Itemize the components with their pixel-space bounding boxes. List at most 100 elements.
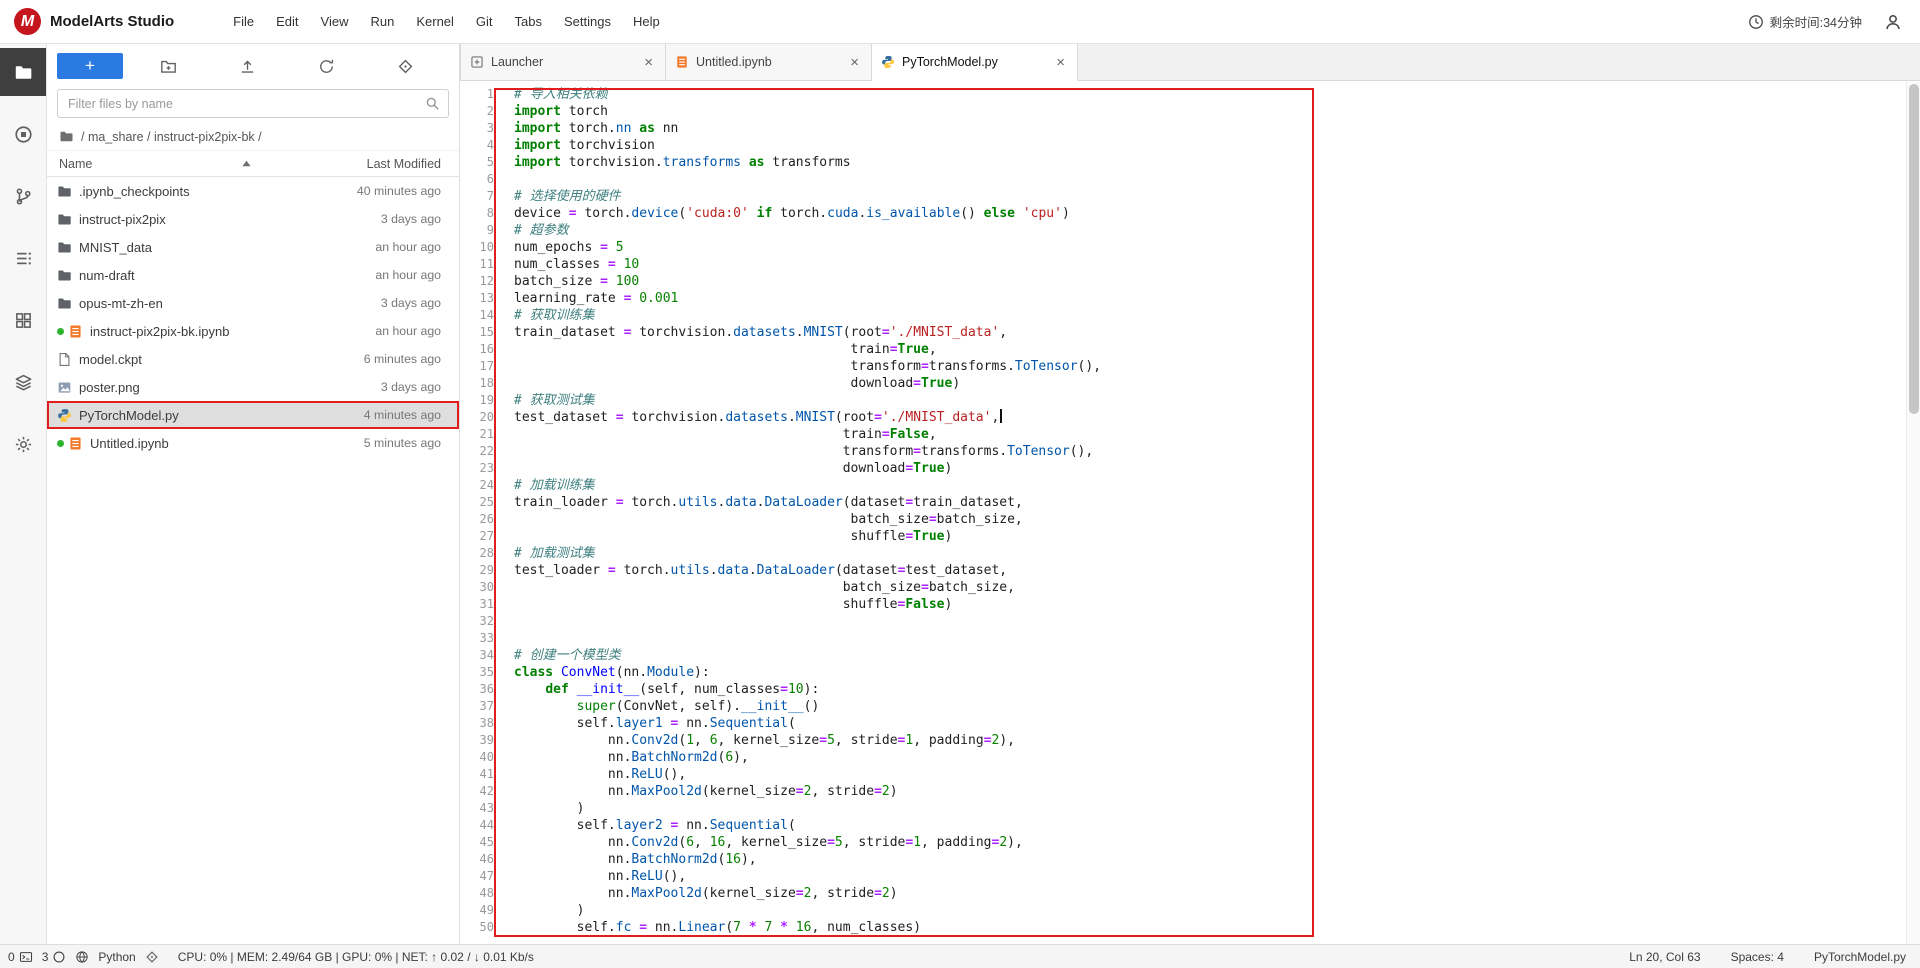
kernel-language[interactable]: Python xyxy=(98,950,135,964)
code-line[interactable]: shuffle=True) xyxy=(514,528,1101,545)
menu-tabs[interactable]: Tabs xyxy=(504,9,553,34)
sidebar-item-table-of-contents[interactable] xyxy=(0,234,46,282)
menu-kernel[interactable]: Kernel xyxy=(405,9,465,34)
sidebar-item-settings[interactable] xyxy=(0,420,46,468)
code-line[interactable]: nn.Conv2d(6, 16, kernel_size=5, stride=1… xyxy=(514,834,1101,851)
code-editor[interactable]: 1 2 3 4 5 6 7 8 9 10 11 12 13 14 15 16 17 18 19 20 21 22 23 24 2… xyxy=(460,81,1920,936)
tab-close-icon[interactable]: × xyxy=(641,54,656,71)
sidebar-item-git[interactable] xyxy=(0,172,46,220)
editor-area[interactable]: 1 2 3 4 5 6 7 8 9 10 11 12 13 14 15 16 17 18 19 20 21 22 23 24 2… xyxy=(460,81,1920,944)
code-line[interactable]: nn.MaxPool2d(kernel_size=2, stride=2) xyxy=(514,783,1101,800)
breadcrumb[interactable]: / ma_share / instruct-pix2pix-bk / xyxy=(47,122,459,150)
menu-view[interactable]: View xyxy=(310,9,360,34)
code-line[interactable]: batch_size=batch_size, xyxy=(514,579,1101,596)
file-row[interactable]: instruct-pix2pix 3 days ago xyxy=(47,205,459,233)
column-header-modified[interactable]: Last Modified xyxy=(321,157,441,171)
menu-help[interactable]: Help xyxy=(622,9,671,34)
menu-git[interactable]: Git xyxy=(465,9,504,34)
code-line[interactable]: num_epochs = 5 xyxy=(514,239,1101,256)
file-row[interactable]: opus-mt-zh-en 3 days ago xyxy=(47,289,459,317)
code-line[interactable]: nn.MaxPool2d(kernel_size=2, stride=2) xyxy=(514,885,1101,902)
file-filter-input[interactable] xyxy=(68,96,425,111)
code-line[interactable]: device = torch.device('cuda:0' if torch.… xyxy=(514,205,1101,222)
scrollbar-thumb[interactable] xyxy=(1909,84,1919,414)
code-line[interactable]: train=True, xyxy=(514,341,1101,358)
code-line[interactable]: transform=transforms.ToTensor(), xyxy=(514,358,1102,375)
column-header-name[interactable]: Name xyxy=(59,157,321,171)
code-line[interactable]: self.layer2 = nn.Sequential( xyxy=(514,817,1101,834)
code-line[interactable]: # 获取测试集 xyxy=(514,392,1101,409)
file-row[interactable]: Untitled.ipynb 5 minutes ago xyxy=(47,429,459,457)
breadcrumb-path[interactable]: / ma_share / instruct-pix2pix-bk / xyxy=(81,130,262,144)
user-icon[interactable] xyxy=(1884,13,1902,31)
code-line[interactable]: # 加载训练集 xyxy=(514,477,1101,494)
code-line[interactable]: download=True) xyxy=(514,375,1101,392)
code-line[interactable]: class ConvNet(nn.Module): xyxy=(514,664,1101,681)
sidebar-item-snippets[interactable] xyxy=(0,358,46,406)
tab-untitled-ipynb[interactable]: Untitled.ipynb × xyxy=(666,44,872,80)
code-line[interactable]: download=True) xyxy=(514,460,1101,477)
home-folder-icon[interactable] xyxy=(59,129,74,144)
menu-edit[interactable]: Edit xyxy=(265,9,309,34)
git-status-icon[interactable] xyxy=(145,950,159,964)
code-line[interactable]: # 获取训练集 xyxy=(514,307,1101,324)
code-line[interactable]: # 创建一个模型类 xyxy=(514,647,1101,664)
menu-settings[interactable]: Settings xyxy=(553,9,622,34)
menu-file[interactable]: File xyxy=(222,9,265,34)
git-clone-button[interactable] xyxy=(397,58,414,75)
code-line[interactable]: shuffle=False) xyxy=(514,596,1101,613)
code-line[interactable]: self.fc = nn.Linear(7 * 7 * 16, num_clas… xyxy=(514,919,1101,936)
code-line[interactable]: nn.BatchNorm2d(16), xyxy=(514,851,1101,868)
code-line[interactable] xyxy=(514,171,1101,188)
code-line[interactable]: # 导入相关依赖 xyxy=(514,86,1101,103)
file-row[interactable]: num-draft an hour ago xyxy=(47,261,459,289)
code-line[interactable]: nn.ReLU(), xyxy=(514,868,1101,885)
code-line[interactable]: nn.Conv2d(1, 6, kernel_size=5, stride=1,… xyxy=(514,732,1101,749)
sidebar-item-running-sessions[interactable] xyxy=(0,110,46,158)
code-line[interactable]: ) xyxy=(514,902,1101,919)
code-line[interactable]: super(ConvNet, self).__init__() xyxy=(514,698,1101,715)
kernels-indicator[interactable]: 3 xyxy=(42,950,67,964)
code-content[interactable]: # 导入相关依赖 import torch import torch.nn as n… xyxy=(504,86,1101,936)
code-line[interactable]: # 加载测试集 xyxy=(514,545,1101,562)
editor-scrollbar[interactable] xyxy=(1906,81,1920,944)
file-row[interactable]: instruct-pix2pix-bk.ipynb an hour ago xyxy=(47,317,459,345)
code-line[interactable] xyxy=(514,630,1101,647)
code-line[interactable]: def __init__(self, num_classes=10): xyxy=(514,681,1101,698)
code-line[interactable]: import torch.nn as nn xyxy=(514,120,1101,137)
menu-run[interactable]: Run xyxy=(359,9,405,34)
code-line[interactable]: import torchvision.transforms as transfo… xyxy=(514,154,1101,171)
file-row[interactable]: PyTorchModel.py 4 minutes ago xyxy=(47,401,459,429)
upload-button[interactable] xyxy=(239,58,256,75)
new-folder-button[interactable] xyxy=(160,58,177,75)
code-line[interactable]: ) xyxy=(514,800,1101,817)
code-line[interactable]: train_loader = torch.utils.data.DataLoad… xyxy=(514,494,1101,511)
file-row[interactable]: poster.png 3 days ago xyxy=(47,373,459,401)
code-line[interactable]: batch_size = 100 xyxy=(514,273,1101,290)
code-line[interactable]: test_loader = torch.utils.data.DataLoade… xyxy=(514,562,1101,579)
code-line[interactable]: transform=transforms.ToTensor(), xyxy=(514,443,1101,460)
code-line[interactable]: batch_size=batch_size, xyxy=(514,511,1101,528)
code-line[interactable]: train=False, xyxy=(514,426,1101,443)
code-line[interactable]: learning_rate = 0.001 xyxy=(514,290,1101,307)
code-line[interactable]: # 超参数 xyxy=(514,222,1101,239)
new-launcher-button[interactable]: + xyxy=(57,53,123,79)
sidebar-item-extensions[interactable] xyxy=(0,296,46,344)
code-line[interactable]: nn.ReLU(), xyxy=(514,766,1101,783)
code-line[interactable]: # 选择使用的硬件 xyxy=(514,188,1101,205)
cursor-position[interactable]: Ln 20, Col 63 xyxy=(1629,950,1700,964)
tab-pytorchmodel-py[interactable]: PyTorchModel.py × xyxy=(872,44,1078,81)
code-line[interactable] xyxy=(514,613,1101,630)
tab-close-icon[interactable]: × xyxy=(1053,54,1068,71)
code-line[interactable]: nn.BatchNorm2d(6), xyxy=(514,749,1101,766)
code-line[interactable]: test_dataset = torchvision.datasets.MNIS… xyxy=(514,409,1101,426)
tab-launcher[interactable]: Launcher × xyxy=(460,44,666,80)
refresh-button[interactable] xyxy=(318,58,335,75)
code-line[interactable]: num_classes = 10 xyxy=(514,256,1101,273)
terminals-indicator[interactable]: 0 xyxy=(8,950,33,964)
sidebar-item-file-browser[interactable] xyxy=(0,48,46,96)
file-row[interactable]: .ipynb_checkpoints 40 minutes ago xyxy=(47,177,459,205)
code-line[interactable]: import torch xyxy=(514,103,1101,120)
code-line[interactable]: train_dataset = torchvision.datasets.MNI… xyxy=(514,324,1101,341)
code-line[interactable]: import torchvision xyxy=(514,137,1101,154)
